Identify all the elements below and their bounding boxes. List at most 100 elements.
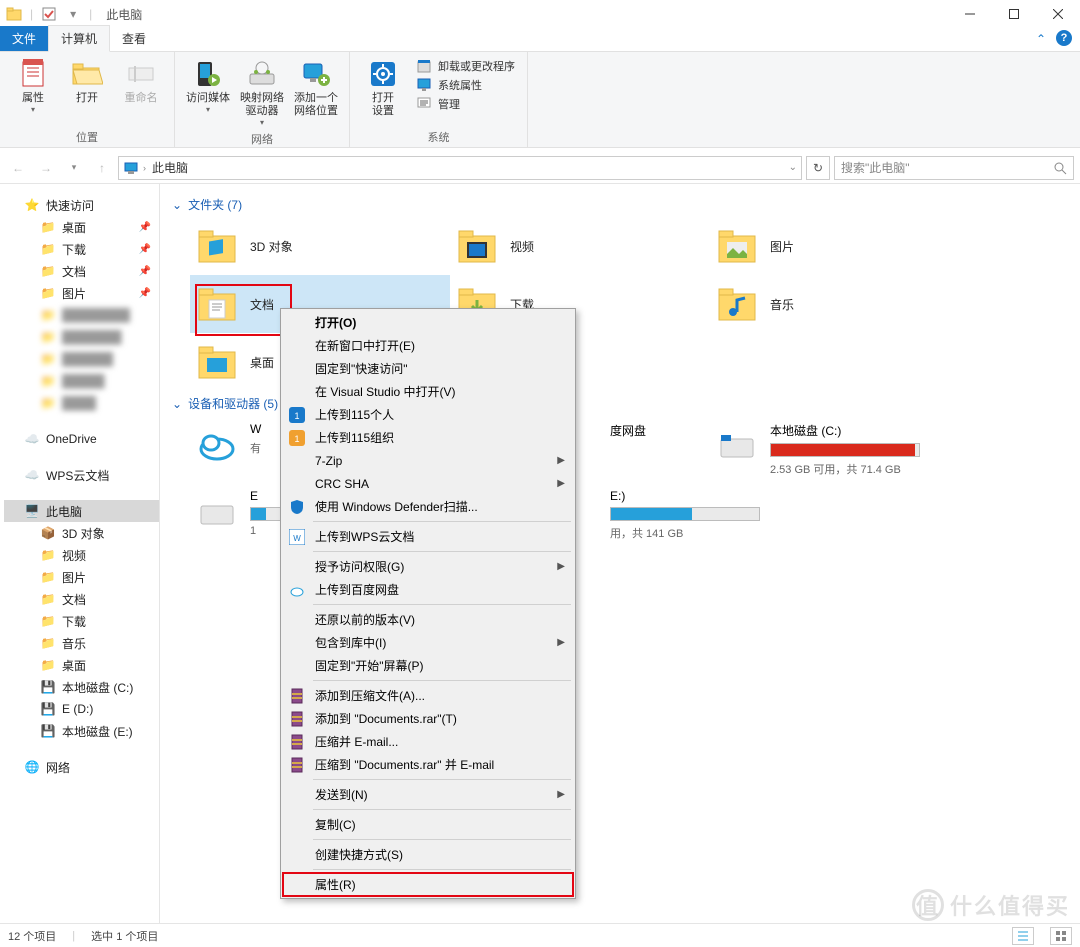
folder-pictures[interactable]: 图片: [710, 217, 970, 275]
context-menu-label: 属性(R): [315, 876, 356, 893]
context-menu-item[interactable]: 压缩到 "Documents.rar" 并 E-mail: [283, 753, 573, 776]
nav-pc-drive-e[interactable]: 💾本地磁盘 (E:): [4, 720, 159, 742]
nav-pc-drive-d[interactable]: 💾E (D:): [4, 698, 159, 720]
context-menu-item[interactable]: 还原以前的版本(V): [283, 608, 573, 631]
context-menu-item[interactable]: 授予访问权限(G)▶: [283, 555, 573, 578]
uninstall-icon: [416, 58, 432, 74]
folder-music[interactable]: 音乐: [710, 275, 970, 333]
open-button[interactable]: 打开: [60, 56, 114, 107]
checkbox-icon[interactable]: [41, 6, 57, 22]
nav-network[interactable]: 🌐网络: [4, 756, 159, 778]
map-drive-button[interactable]: 映射网络 驱动器 ▾: [235, 56, 289, 129]
ribbon: 属性 ▾ 打开 重命名 位置 访问媒体 ▾ 映射网络 驱动器: [0, 52, 1080, 148]
nav-pc-desktop[interactable]: 📁桌面: [4, 654, 159, 676]
access-media-button[interactable]: 访问媒体 ▾: [181, 56, 235, 116]
nav-pc-music[interactable]: 📁音乐: [4, 632, 159, 654]
115o-icon: 1: [289, 430, 305, 446]
context-menu-item[interactable]: 7-Zip▶: [283, 449, 573, 472]
nav-pc-documents[interactable]: 📁文档: [4, 588, 159, 610]
search-input[interactable]: 搜索"此电脑": [834, 156, 1074, 180]
nav-thispc[interactable]: 🖥️此电脑: [4, 500, 159, 522]
section-folders[interactable]: ⌄文件夹 (7): [160, 192, 1072, 217]
close-button[interactable]: [1036, 0, 1080, 28]
tab-computer[interactable]: 计算机: [48, 25, 110, 52]
nav-quick-item[interactable]: 📁██████: [4, 348, 159, 370]
nav-pc-drive-c[interactable]: 💾本地磁盘 (C:): [4, 676, 159, 698]
folder-3d[interactable]: 3D 对象: [190, 217, 450, 275]
cloud-icon: [194, 422, 240, 468]
context-menu-item[interactable]: 创建快捷方式(S): [283, 843, 573, 866]
context-menu-item[interactable]: W上传到WPS云文档: [283, 525, 573, 548]
context-menu-item[interactable]: 固定到"开始"屏幕(P): [283, 654, 573, 677]
nav-onedrive[interactable]: ☁️OneDrive: [4, 428, 159, 450]
help-icon[interactable]: ?: [1056, 30, 1072, 46]
nav-pc-downloads[interactable]: 📁下载: [4, 610, 159, 632]
context-menu-item[interactable]: 在 Visual Studio 中打开(V): [283, 380, 573, 403]
context-menu-item[interactable]: 压缩并 E-mail...: [283, 730, 573, 753]
context-menu-item[interactable]: 在新窗口中打开(E): [283, 334, 573, 357]
context-menu-item[interactable]: 1上传到115个人: [283, 403, 573, 426]
context-menu-item[interactable]: 添加到压缩文件(A)...: [283, 684, 573, 707]
context-menu-item[interactable]: 使用 Windows Defender扫描...: [283, 495, 573, 518]
nav-quick-pictures[interactable]: 📁图片📌: [4, 282, 159, 304]
context-menu-item[interactable]: CRC SHA▶: [283, 472, 573, 495]
ribbon-group-location: 属性 ▾ 打开 重命名 位置: [0, 52, 175, 147]
properties-button[interactable]: 属性 ▾: [6, 56, 60, 116]
folder-icon: [194, 339, 240, 385]
context-menu-item[interactable]: 固定到"快速访问": [283, 357, 573, 380]
tab-file[interactable]: 文件: [0, 26, 48, 51]
open-settings-button[interactable]: 打开 设置: [356, 56, 410, 120]
minimize-button[interactable]: [948, 0, 992, 28]
pin-icon: 📌: [139, 222, 151, 233]
addr-dropdown-icon[interactable]: ⌄: [789, 162, 797, 173]
context-menu-item[interactable]: 包含到库中(I)▶: [283, 631, 573, 654]
context-menu-item[interactable]: 1上传到115组织: [283, 426, 573, 449]
recent-dropdown[interactable]: ▾: [62, 156, 86, 180]
usage-bar: [610, 507, 760, 521]
maximize-button[interactable]: [992, 0, 1036, 28]
context-menu-label: 在新窗口中打开(E): [315, 337, 415, 354]
manage-link[interactable]: 管理: [416, 96, 515, 112]
context-menu-item[interactable]: 发送到(N)▶: [283, 783, 573, 806]
folder-video[interactable]: 视频: [450, 217, 710, 275]
nav-quick-item[interactable]: 📁████████: [4, 304, 159, 326]
context-menu-item[interactable]: 添加到 "Documents.rar"(T): [283, 707, 573, 730]
rar-icon: [289, 734, 305, 750]
qat-dropdown-icon[interactable]: ▾: [65, 6, 81, 22]
network-icon: 🌐: [24, 759, 40, 775]
breadcrumb-thispc[interactable]: 此电脑: [150, 159, 190, 176]
refresh-button[interactable]: ↻: [806, 156, 830, 180]
view-icons-button[interactable]: [1050, 927, 1072, 945]
nav-wps[interactable]: ☁️WPS云文档: [4, 464, 159, 486]
nav-pc-3d[interactable]: 📦3D 对象: [4, 522, 159, 544]
view-details-button[interactable]: [1012, 927, 1034, 945]
nav-quick-item[interactable]: 📁████: [4, 392, 159, 414]
ribbon-collapse-icon[interactable]: ⌃: [1036, 32, 1046, 46]
search-icon[interactable]: [1053, 161, 1067, 175]
cloud-icon: ☁️: [24, 431, 40, 447]
nav-pc-video[interactable]: 📁视频: [4, 544, 159, 566]
nav-quick-access[interactable]: ⭐快速访问: [4, 194, 159, 216]
context-menu-item[interactable]: 复制(C): [283, 813, 573, 836]
nav-pane[interactable]: ⭐快速访问 📁桌面📌 📁下载📌 📁文档📌 📁图片📌 📁████████ 📁███…: [0, 184, 160, 923]
qat-divider: |: [30, 7, 33, 21]
nav-quick-documents[interactable]: 📁文档📌: [4, 260, 159, 282]
watermark: 值什么值得买: [912, 889, 1070, 921]
address-box[interactable]: › 此电脑 ⌄: [118, 156, 802, 180]
drive-c[interactable]: 本地磁盘 (C:)2.53 GB 可用，共 71.4 GB: [710, 416, 970, 483]
context-menu-item[interactable]: 打开(O): [283, 311, 573, 334]
nav-quick-downloads[interactable]: 📁下载📌: [4, 238, 159, 260]
chevron-right-icon[interactable]: ›: [143, 163, 146, 173]
nav-pc-pictures[interactable]: 📁图片: [4, 566, 159, 588]
uninstall-link[interactable]: 卸载或更改程序: [416, 58, 515, 74]
context-menu-item[interactable]: 上传到百度网盘: [283, 578, 573, 601]
nav-quick-item[interactable]: 📁█████: [4, 370, 159, 392]
cloud-icon: ☁️: [24, 467, 40, 483]
system-properties-link[interactable]: 系统属性: [416, 77, 515, 93]
context-menu-item[interactable]: 属性(R): [283, 873, 573, 896]
svg-text:1: 1: [294, 411, 299, 421]
add-network-button[interactable]: 添加一个 网络位置: [289, 56, 343, 120]
nav-quick-item[interactable]: 📁███████: [4, 326, 159, 348]
nav-quick-desktop[interactable]: 📁桌面📌: [4, 216, 159, 238]
tab-view[interactable]: 查看: [110, 26, 158, 51]
